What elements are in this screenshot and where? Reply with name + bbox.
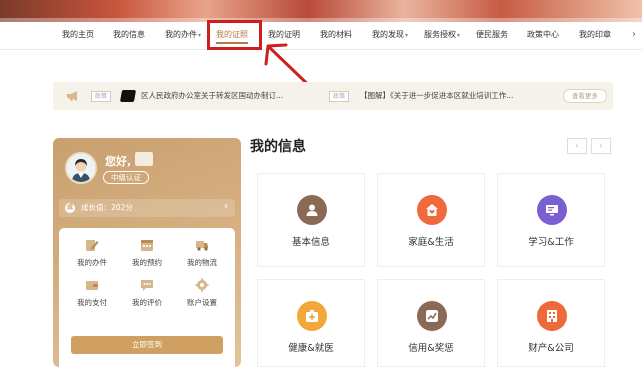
- comment-icon: [141, 280, 153, 291]
- nav-label: 我的证明: [268, 30, 300, 39]
- nav-item-discover[interactable]: 我的发现▾: [372, 30, 408, 41]
- chevron-down-icon: ▾: [198, 32, 202, 39]
- nav-item-services[interactable]: 便民服务: [476, 30, 508, 40]
- gear-icon: [195, 278, 209, 292]
- quick-item-account-settings[interactable]: 账户设置: [175, 278, 229, 307]
- user-icon: [297, 195, 327, 225]
- nav-label: 便民服务: [476, 30, 508, 39]
- info-tile-credit[interactable]: 信用&奖惩: [377, 279, 485, 367]
- quick-item-my-cases[interactable]: 我的办件: [65, 238, 119, 267]
- avatar: [65, 152, 97, 184]
- redacted-mark: [119, 90, 137, 102]
- nav-label: 我的信息: [113, 30, 145, 39]
- quick-item-appointments[interactable]: 我的预约: [120, 238, 174, 267]
- greeting: 您好,: [105, 155, 132, 168]
- notice-link[interactable]: 【图解】《关于进一步促进本区就业培训工作...: [360, 91, 513, 101]
- next-page-button[interactable]: ›: [591, 138, 611, 154]
- nav-next-arrow[interactable]: ›: [632, 29, 636, 40]
- nav-item-policy[interactable]: 政策中心: [527, 30, 559, 40]
- nav-label: 政策中心: [527, 30, 559, 39]
- quick-item-label: 我的办件: [77, 258, 107, 267]
- nav-label: 我的材料: [320, 30, 352, 39]
- auth-level-badge[interactable]: 中级认证: [103, 171, 149, 184]
- notice-tag: 政策: [91, 91, 112, 102]
- notice-bar: 政策 区人民政府办公室关于转发区国动办制订... 政策 【图解】《关于进一步促进…: [53, 82, 613, 110]
- quick-item-reviews[interactable]: 我的评价: [120, 278, 174, 307]
- info-tile-family-life[interactable]: 家庭&生活: [377, 173, 485, 267]
- nav-label: 我的主页: [62, 30, 94, 39]
- tile-label: 学习&工作: [528, 237, 574, 248]
- sign-in-button[interactable]: 立即签到: [71, 336, 223, 354]
- info-tile-basic[interactable]: 基本信息: [257, 173, 365, 267]
- username-blurred: [135, 152, 153, 166]
- wallet-icon: [86, 281, 98, 290]
- home-icon: [417, 195, 447, 225]
- megaphone-icon: [67, 91, 77, 101]
- notice-link[interactable]: 区人民政府办公室关于转发区国动办制订...: [141, 91, 283, 101]
- nav-label: 我的办件: [165, 30, 197, 39]
- growth-value-bar[interactable]: 成 成长值：202分 ›: [59, 199, 235, 217]
- quick-item-label: 账户设置: [187, 298, 217, 307]
- info-tile-health-medical[interactable]: 健康&就医: [257, 279, 365, 367]
- prev-page-button[interactable]: ‹: [567, 138, 587, 154]
- chevron-down-icon: ▾: [405, 32, 409, 39]
- nav-item-seal[interactable]: 我的印章: [579, 30, 611, 40]
- chevron-right-icon: ›: [224, 201, 228, 212]
- quick-item-label: 我的评价: [132, 298, 162, 307]
- chart-icon: [417, 301, 447, 331]
- quick-item-logistics[interactable]: 我的物流: [175, 238, 229, 267]
- nav-item-info[interactable]: 我的信息: [113, 30, 145, 40]
- nav-label: 我的发现: [372, 30, 404, 39]
- view-more-button[interactable]: 查看更多: [563, 89, 607, 103]
- truck-icon: [196, 241, 208, 251]
- nav-item-certificates[interactable]: 我的证明: [268, 30, 300, 40]
- quick-item-payments[interactable]: 我的支付: [65, 278, 119, 307]
- quick-actions-panel: 我的办件 我的预约 我的物流 我的支付 我的评价 账户设置 立即签到: [59, 228, 235, 367]
- profile-card: 您好, 中级认证 成 成长值：202分 › 我的办件 我的预约 我的物流 我的支…: [53, 138, 241, 367]
- tile-label: 财产&公司: [528, 343, 574, 354]
- tile-label: 家庭&生活: [408, 237, 454, 248]
- info-tile-study-work[interactable]: 学习&工作: [497, 173, 605, 267]
- growth-badge-icon: 成: [65, 203, 75, 213]
- edit-icon: [86, 240, 99, 251]
- nav-item-home[interactable]: 我的主页: [62, 30, 94, 40]
- nav-item-cases[interactable]: 我的办件▾: [165, 30, 201, 41]
- quick-item-label: 我的物流: [187, 258, 217, 267]
- monitor-icon: [537, 195, 567, 225]
- info-tile-property-company[interactable]: 财产&公司: [497, 279, 605, 367]
- calendar-icon: [141, 240, 153, 251]
- tile-label: 信用&奖惩: [408, 343, 454, 354]
- nav-label: 我的印章: [579, 30, 611, 39]
- tile-label: 基本信息: [291, 237, 330, 248]
- section-title: 我的信息: [250, 139, 306, 155]
- quick-item-label: 我的支付: [77, 298, 107, 307]
- medkit-icon: [297, 301, 327, 331]
- growth-value: 成长值：202分: [81, 203, 133, 212]
- quick-item-label: 我的预约: [132, 258, 162, 267]
- tile-label: 健康&就医: [288, 343, 334, 354]
- chevron-down-icon: ▾: [457, 32, 461, 39]
- avatar-person-icon: [67, 154, 95, 182]
- nav-item-authorization[interactable]: 服务授权▾: [424, 30, 460, 41]
- annotation-highlight-box: [207, 20, 262, 50]
- building-icon: [537, 301, 567, 331]
- notice-tag: 政策: [329, 91, 350, 102]
- nav-item-materials[interactable]: 我的材料: [320, 30, 352, 40]
- top-banner: [0, 0, 642, 22]
- nav-label: 服务授权: [424, 30, 456, 39]
